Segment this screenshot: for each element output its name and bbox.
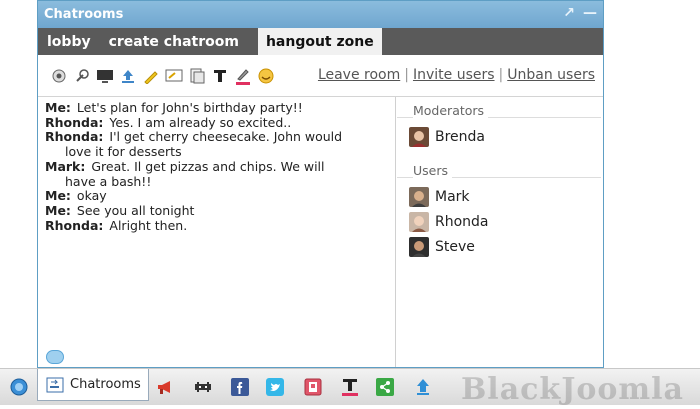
room-toolbar: Leave room | Invite users | Unban users [38,55,603,97]
message-author: Me: [45,188,71,204]
message-text: Alright then. [109,217,188,233]
user-name: Mark [435,188,470,205]
user-name: Brenda [435,128,486,145]
avatar [409,236,429,257]
user-name: Rhonda [435,213,489,230]
games-icon[interactable] [190,369,216,405]
home-icon[interactable] [8,369,30,405]
chatrooms-icon [46,377,64,392]
announcement-icon[interactable] [153,369,179,405]
text-icon[interactable] [337,369,363,405]
emoticon-icon[interactable] [257,67,275,85]
title-bar: Chatrooms ↗ — [38,1,603,28]
moderator-item[interactable]: Brenda [397,124,603,149]
message-text: Great. Il get pizzas and chips. We will [91,158,325,174]
avatar [409,211,429,232]
message-row: Me: okay [45,188,388,204]
message-text: I'l get cherry cheesecake. John would [109,129,343,145]
message-text: See you all tonight [76,202,195,218]
message-text: okay [76,188,107,204]
user-name: Steve [435,238,475,255]
message-author: Rhonda: [45,114,104,130]
twitter-icon[interactable] [262,369,288,405]
share-icon[interactable] [372,369,398,405]
message-row: Rhonda: Yes. I am already so excited.. [45,114,388,131]
upload-icon[interactable] [119,67,137,85]
tab-lobby[interactable]: lobby [38,28,100,55]
message-row: Me: Let's plan for John's birthday party!… [45,100,388,116]
screen-share-icon[interactable] [96,67,114,85]
chatrooms-dock-label: Chatrooms [70,377,141,392]
message-text: Let's plan for John's birthday party!! [76,100,303,115]
leave-room-link[interactable]: Leave room [318,67,400,83]
message-author: Rhonda: [45,217,104,233]
chat-window: Chatrooms ↗ — lobby create chatroom hang… [37,0,604,368]
text-color-icon[interactable] [234,67,252,85]
message-author: Me: [45,202,71,218]
avatar [409,126,429,147]
message-row: Me: See you all tonight [45,202,388,219]
tab-hangout-zone[interactable]: hangout zone [257,28,382,55]
tab-bar: lobby create chatroom hangout zone [38,28,603,55]
room-links: Leave room | Invite users | Unban users [317,67,595,83]
popout-icon[interactable]: ↗ [563,6,575,20]
message-author: Rhonda: [45,129,104,145]
upload-icon[interactable] [410,369,436,405]
window-title: Chatrooms [44,7,124,22]
message-text: Yes. I am already so excited.. [109,114,292,130]
message-text-continued: have a bash!! [65,173,152,189]
text-format-icon[interactable] [211,67,229,85]
whiteboard-icon[interactable] [165,67,183,85]
webcam-icon[interactable] [50,67,68,85]
minimize-icon[interactable]: — [583,6,597,20]
record-icon[interactable] [300,369,326,405]
notes-icon[interactable] [188,67,206,85]
message-row: Rhonda: Alright then. [45,217,388,234]
tab-create-chatroom[interactable]: create chatroom [100,28,248,55]
user-item[interactable]: Mark [397,184,603,209]
user-panel: Moderators Brenda Users Mark Rhonda Stev… [397,97,603,367]
message-text-continued: love it for desserts [65,144,182,160]
user-item[interactable]: Steve [397,234,603,259]
message-row: Mark: Great. Il get pizzas and chips. We … [45,158,388,189]
highlighter-icon[interactable] [142,67,160,85]
satellite-icon[interactable] [73,67,91,85]
users-heading: Users [397,157,601,178]
invite-users-link[interactable]: Invite users [413,67,495,83]
facebook-icon[interactable] [227,369,253,405]
message-author: Me: [45,100,71,115]
watermark-logo: BlackJoomla [460,372,684,407]
chatrooms-dock-tab[interactable]: Chatrooms [37,369,149,401]
user-item[interactable]: Rhonda [397,209,603,234]
moderators-heading: Moderators [397,97,601,118]
avatar [409,186,429,207]
message-row: Rhonda: I'l get cherry cheesecake. John w… [45,130,388,159]
chat-bubble-icon[interactable] [46,350,64,364]
message-list[interactable]: Me: Let's plan for John's birthday party!… [38,97,396,367]
unban-users-link[interactable]: Unban users [507,67,595,83]
message-author: Mark: [45,158,86,174]
